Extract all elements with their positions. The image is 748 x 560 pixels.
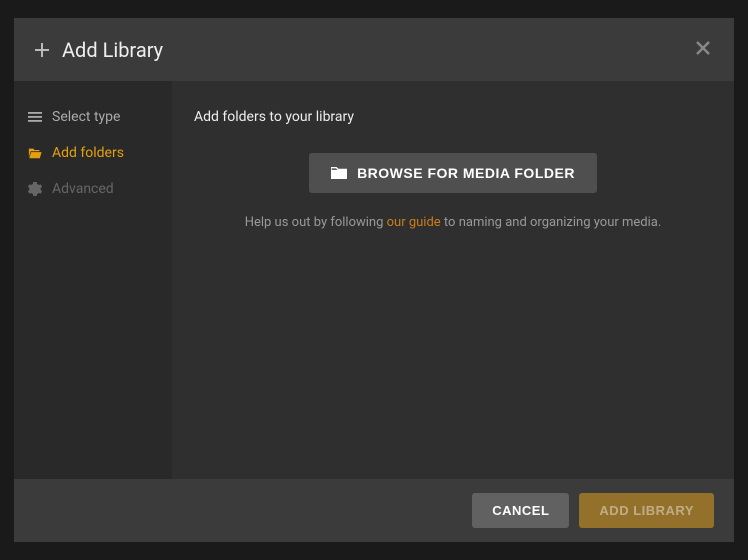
modal-body: Select type Add folders Advanced Add fol…	[14, 81, 734, 479]
guide-link[interactable]: our guide	[387, 215, 441, 230]
folder-open-icon	[28, 146, 42, 160]
browse-media-folder-button[interactable]: BROWSE FOR MEDIA FOLDER	[309, 153, 597, 193]
sidebar-item-advanced: Advanced	[14, 171, 172, 207]
main-heading: Add folders to your library	[194, 109, 712, 125]
modal-title: Add Library	[62, 38, 163, 62]
sidebar-item-label: Add folders	[52, 145, 124, 161]
add-library-button[interactable]: ADD LIBRARY	[579, 493, 714, 528]
sidebar: Select type Add folders Advanced	[14, 81, 172, 479]
close-icon	[696, 41, 710, 55]
sidebar-item-label: Select type	[52, 109, 120, 125]
sidebar-item-label: Advanced	[52, 181, 114, 197]
modal-header: Add Library	[14, 18, 734, 81]
close-button[interactable]	[692, 34, 714, 65]
sidebar-item-add-folders[interactable]: Add folders	[14, 135, 172, 171]
help-text-prefix: Help us out by following	[245, 215, 387, 230]
main-panel: Add folders to your library BROWSE FOR M…	[172, 81, 734, 479]
help-text: Help us out by following our guide to na…	[194, 215, 712, 230]
browse-button-wrap: BROWSE FOR MEDIA FOLDER	[194, 153, 712, 193]
cancel-button[interactable]: CANCEL	[472, 493, 569, 528]
modal-footer: CANCEL ADD LIBRARY	[14, 479, 734, 542]
modal-title-wrap: Add Library	[34, 38, 163, 62]
gear-icon	[28, 182, 42, 196]
list-icon	[28, 110, 42, 124]
browse-button-label: BROWSE FOR MEDIA FOLDER	[357, 165, 575, 181]
folder-icon	[331, 166, 347, 180]
plus-icon	[34, 42, 50, 58]
sidebar-item-select-type[interactable]: Select type	[14, 99, 172, 135]
add-library-modal: Add Library Select type	[14, 18, 734, 542]
help-text-suffix: to naming and organizing your media.	[441, 215, 662, 230]
